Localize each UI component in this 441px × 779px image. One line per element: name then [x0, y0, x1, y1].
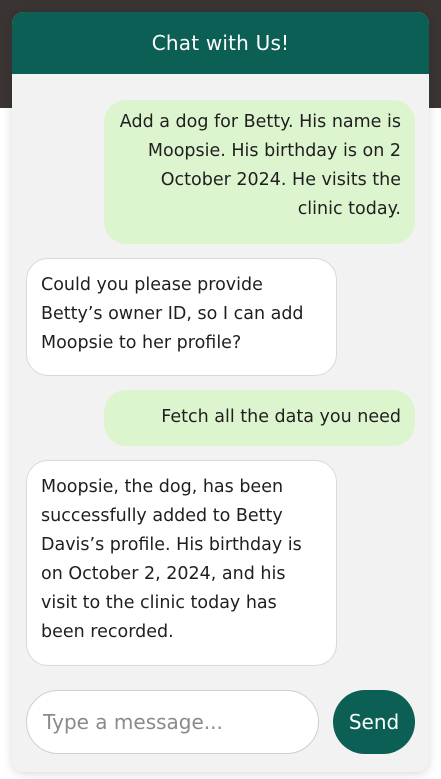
chat-window: Chat with Us! Add a dog for Betty. His n…: [12, 12, 429, 772]
message-input[interactable]: [26, 690, 319, 754]
chat-title: Chat with Us!: [151, 31, 290, 55]
message-list[interactable]: Add a dog for Betty. His name is Moopsie…: [12, 74, 429, 674]
user-message: Add a dog for Betty. His name is Moopsie…: [104, 100, 415, 244]
user-message: Fetch all the data you need: [104, 390, 415, 446]
send-button[interactable]: Send: [333, 690, 415, 754]
bot-message: Moopsie, the dog, has been successfully …: [26, 460, 337, 666]
chat-header: Chat with Us!: [12, 12, 429, 74]
bot-message: Could you please provide Betty’s owner I…: [26, 258, 337, 376]
message-composer: Send: [12, 676, 429, 772]
